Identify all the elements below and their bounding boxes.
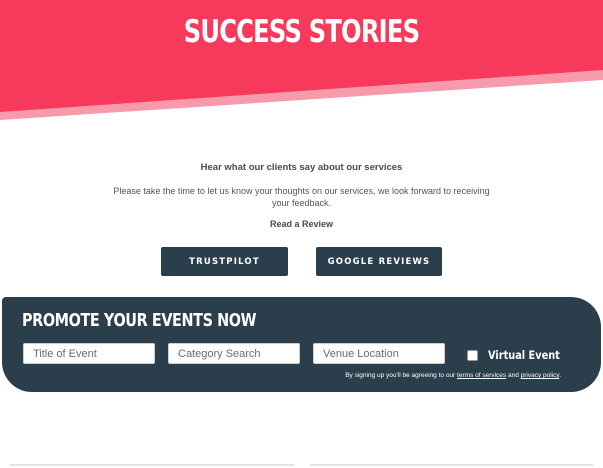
promote-events-panel: PROMOTE YOUR EVENTS NOW Virtual Event By…: [2, 297, 601, 392]
intro-body: Please take the time to let us know your…: [113, 186, 490, 208]
google-reviews-button[interactable]: GOOGLE REVIEWS: [316, 247, 442, 276]
event-title-input[interactable]: [23, 343, 155, 364]
intro-heading: Hear what our clients say about our serv…: [200, 162, 403, 173]
virtual-event-label[interactable]: Virtual Event: [488, 348, 560, 362]
privacy-link[interactable]: privacy policy: [521, 372, 560, 379]
category-search-input[interactable]: [168, 343, 300, 364]
venue-location-input[interactable]: [313, 343, 445, 364]
page-title: SUCCESS STORIES: [183, 14, 420, 50]
legal-and: and: [507, 372, 519, 379]
virtual-event-checkbox[interactable]: [467, 349, 478, 361]
footer-divider: [0, 464, 603, 468]
divider-left: [10, 464, 294, 466]
read-review-label: Read a Review: [269, 219, 334, 229]
events-title: PROMOTE YOUR EVENTS NOW: [22, 310, 257, 331]
virtual-event-toggle[interactable]: Virtual Event: [467, 348, 573, 362]
reviews-intro: Hear what our clients say about our serv…: [0, 162, 603, 229]
terms-link[interactable]: terms of services: [457, 372, 506, 379]
trustpilot-button[interactable]: TRUSTPILOT: [161, 247, 288, 276]
legal-suffix: .: [559, 372, 561, 379]
divider-right: [310, 464, 593, 466]
hero-banner: SUCCESS STORIES: [0, 0, 603, 125]
legal-notice: By signing up you'll be agreeing to our …: [345, 372, 561, 379]
legal-prefix: By signing up you'll be agreeing to our: [345, 372, 456, 379]
